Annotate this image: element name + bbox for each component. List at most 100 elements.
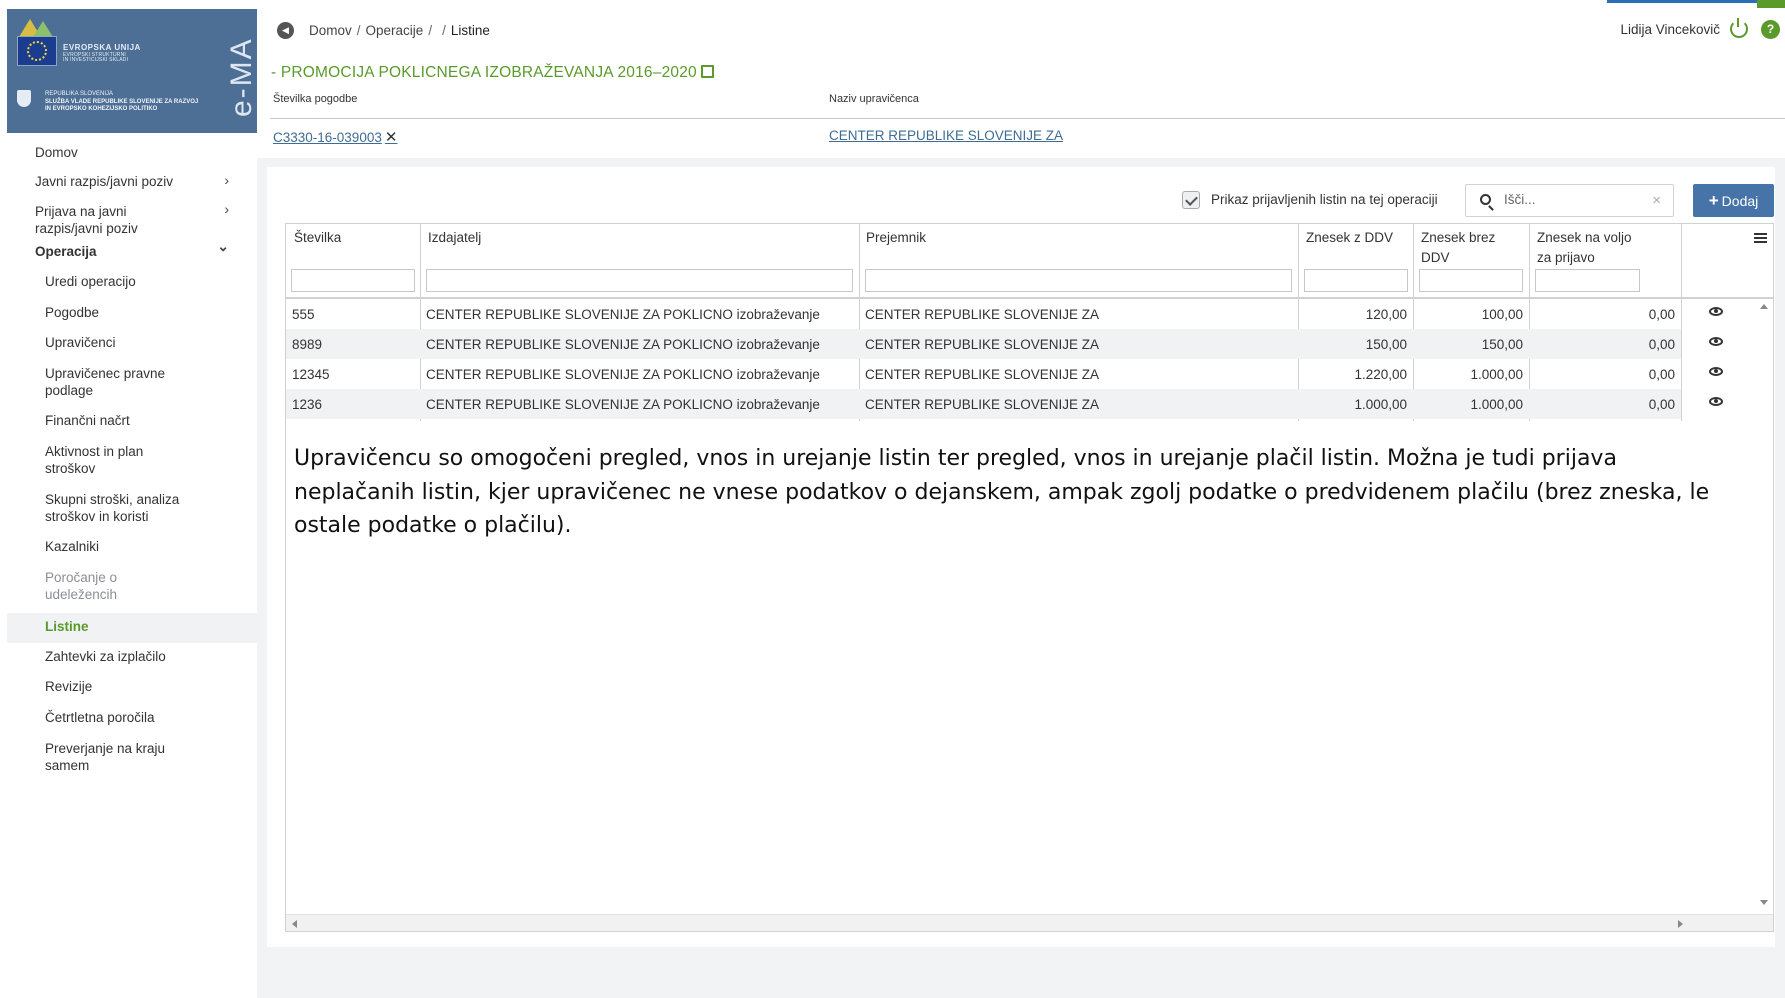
sidebar-item-skupni-stroski[interactable]: Skupni stroški, analiza stroškov in kori… — [7, 487, 257, 525]
column-header-izdajatelj[interactable]: Izdajatelj — [428, 228, 481, 248]
column-header-stevilka[interactable]: Številka — [294, 228, 341, 248]
cell-prejemnik: CENTER REPUBLIKE SLOVENIJE ZA — [865, 397, 1100, 412]
cell-prejemnik: CENTER REPUBLIKE SLOVENIJE ZA — [865, 337, 1100, 352]
cell-stevilka: 1236 — [292, 397, 323, 412]
top-accent-bar — [1607, 0, 1757, 3]
view-icon[interactable] — [1709, 307, 1723, 316]
annotation-text: Upravičencu so omogočeni pregled, vnos i… — [294, 446, 1710, 538]
sidebar-item-pogodbe[interactable]: Pogodbe — [7, 301, 257, 327]
show-registered-checkbox[interactable] — [1182, 191, 1200, 209]
filter-prejemnik-input[interactable] — [865, 269, 1292, 292]
search-field[interactable]: × — [1465, 184, 1674, 217]
page-title: - PROMOCIJA POKLICNEGA IZOBRAŽEVANJA 201… — [271, 64, 714, 82]
sidebar-item-javni-razpis[interactable]: Javni razpis/javni poziv › — [7, 170, 257, 196]
back-button[interactable]: ◀ — [277, 22, 294, 39]
sidebar-item-aktivnost[interactable]: Aktivnost in plan stroškov — [7, 439, 257, 477]
cell-znesek-z-ddv: 1.000,00 — [1354, 397, 1407, 412]
add-button[interactable]: + Dodaj — [1693, 184, 1774, 217]
filter-znesek-brez-ddv-input[interactable] — [1419, 269, 1523, 292]
sidebar-item-zahtevki[interactable]: Zahtevki za izplačilo — [7, 645, 257, 671]
app-logo[interactable]: EVROPSKA UNIJA EVROPSKI STRUKTURNI IN IN… — [7, 9, 258, 133]
sidebar-item-uredi-operacijo[interactable]: Uredi operacijo — [7, 270, 257, 296]
filter-izdajatelj-input[interactable] — [426, 269, 853, 292]
sidebar-item-financni-nacrt[interactable]: Finančni načrt — [7, 409, 257, 435]
contract-link[interactable]: C3330-16-039003 ✕ — [273, 128, 397, 146]
cell-stevilka: 555 — [292, 307, 315, 322]
breadcrumb-domov[interactable]: Domov — [309, 23, 352, 38]
edit-icon[interactable] — [700, 65, 714, 78]
logout-icon[interactable] — [1730, 18, 1748, 38]
cell-znesek-z-ddv: 1.220,00 — [1354, 367, 1407, 382]
sidebar-item-kazalniki[interactable]: Kazalniki — [7, 535, 257, 561]
sidebar-item-prijava[interactable]: Prijava na javni razpis/javni poziv › — [7, 199, 257, 237]
sidebar-item-cetrtletna-porocila[interactable]: Četrtletna poročila — [7, 706, 257, 732]
help-icon[interactable]: ? — [1761, 20, 1780, 39]
filter-znesek-z-ddv-input[interactable] — [1304, 269, 1408, 292]
column-header-prejemnik[interactable]: Prejemnik — [866, 228, 926, 248]
table-row[interactable]: 12345 CENTER REPUBLIKE SLOVENIJE ZA POKL… — [286, 359, 1681, 389]
cell-znesek-z-ddv: 120,00 — [1365, 307, 1407, 322]
scroll-down-arrow-icon[interactable] — [1760, 900, 1768, 905]
cell-znesek-z-ddv: 150,00 — [1365, 337, 1407, 352]
divider — [270, 118, 1785, 119]
sidebar-item-operacija[interactable]: Operacija ⌄ — [7, 238, 257, 266]
logo-gov-text: REPUBLIKA SLOVENIJA SLUŽBA VLADE REPUBLI… — [45, 91, 199, 112]
chevron-right-icon: › — [224, 172, 229, 188]
top-bar: ◀ Domov / Operacije / / Listine Lidija Vincek… — [257, 9, 1785, 51]
cell-stevilka: 12345 — [292, 367, 330, 382]
cell-znesek-brez-ddv: 1.000,00 — [1470, 367, 1523, 382]
show-registered-label[interactable]: Prikaz prijavljenih listin na tej operac… — [1211, 192, 1438, 207]
table-row[interactable]: 8989 CENTER REPUBLIKE SLOVENIJE ZA POKLI… — [286, 329, 1681, 359]
sidebar-item-revizije[interactable]: Revizije — [7, 675, 257, 701]
column-header-znesek-z-ddv[interactable]: Znesek z DDV — [1306, 228, 1393, 248]
cell-znesek-na-voljo: 0,00 — [1648, 337, 1675, 352]
column-header-znesek-na-voljo[interactable]: Znesek na voljo za prijavo — [1537, 228, 1632, 268]
scroll-left-arrow-icon[interactable] — [292, 920, 297, 928]
breadcrumb-operacije[interactable]: Operacije — [366, 23, 424, 38]
recipient-link[interactable]: CENTER REPUBLIKE SLOVENIJE ZA — [829, 128, 1063, 143]
search-input[interactable] — [1504, 192, 1644, 207]
scroll-right-arrow-icon[interactable] — [1678, 920, 1683, 928]
cell-izdajatelj: CENTER REPUBLIKE SLOVENIJE ZA POKLICNO i… — [426, 337, 820, 352]
sidebar-item-porocanje[interactable]: Poročanje o udeležencih — [7, 565, 257, 603]
sidebar-item-preverjanje[interactable]: Preverjanje na kraju samem — [7, 736, 257, 774]
table-row[interactable]: 1236 CENTER REPUBLIKE SLOVENIJE ZA POKLI… — [286, 389, 1681, 419]
chevron-right-icon: › — [224, 201, 229, 217]
view-icon[interactable] — [1709, 337, 1723, 346]
sidebar-item-listine[interactable]: Listine — [7, 613, 257, 643]
sidebar-item-domov[interactable]: Domov — [7, 141, 257, 167]
logo-eu-text: EVROPSKA UNIJA EVROPSKI STRUKTURNI IN IN… — [63, 43, 141, 64]
cell-znesek-na-voljo: 0,00 — [1648, 367, 1675, 382]
filter-znesek-na-voljo-input[interactable] — [1535, 269, 1640, 292]
cell-stevilka: 8989 — [292, 337, 323, 352]
view-icon[interactable] — [1709, 397, 1723, 406]
cell-znesek-na-voljo: 0,00 — [1648, 397, 1675, 412]
clear-search-icon[interactable]: × — [1652, 192, 1661, 209]
sidebar-item-upravicenci[interactable]: Upravičenci — [7, 331, 257, 357]
sidebar: EVROPSKA UNIJA EVROPSKI STRUKTURNI IN IN… — [7, 9, 258, 998]
cell-izdajatelj: CENTER REPUBLIKE SLOVENIJE ZA POKLICNO i… — [426, 367, 820, 382]
horizontal-scrollbar[interactable] — [286, 914, 1773, 931]
plus-icon: + — [1708, 191, 1719, 210]
cell-prejemnik: CENTER REPUBLIKE SLOVENIJE ZA — [865, 307, 1100, 322]
cell-izdajatelj: CENTER REPUBLIKE SLOVENIJE ZA POKLICNO i… — [426, 307, 820, 322]
column-header-znesek-brez-ddv[interactable]: Znesek brez DDV — [1421, 228, 1495, 268]
cell-izdajatelj: CENTER REPUBLIKE SLOVENIJE ZA POKLICNO i… — [426, 397, 820, 412]
search-icon — [1480, 194, 1491, 205]
contract-label: Številka pogodbe — [273, 93, 358, 105]
column-menu-icon[interactable] — [1754, 233, 1767, 243]
cell-prejemnik: CENTER REPUBLIKE SLOVENIJE ZA — [865, 367, 1100, 382]
table-row[interactable]: 555 CENTER REPUBLIKE SLOVENIJE ZA POKLIC… — [286, 299, 1681, 329]
app-name: e-MA — [225, 37, 258, 117]
scroll-up-arrow-icon[interactable] — [1760, 304, 1768, 309]
cell-znesek-brez-ddv: 100,00 — [1481, 307, 1523, 322]
documents-table: Številka Izdajatelj Prejemnik Znesek z D… — [285, 223, 1774, 932]
breadcrumb: Domov / Operacije / / Listine — [309, 23, 490, 38]
cell-znesek-brez-ddv: 150,00 — [1481, 337, 1523, 352]
top-accent-corner — [1757, 0, 1785, 8]
view-icon[interactable] — [1709, 367, 1723, 376]
sidebar-item-upravicenec-pravne-podlage[interactable]: Upravičenec pravne podlage — [7, 361, 257, 399]
filter-stevilka-input[interactable] — [291, 269, 415, 292]
close-icon[interactable]: ✕ — [385, 129, 398, 146]
user-name[interactable]: Lidija Vincekovič — [1620, 22, 1720, 37]
